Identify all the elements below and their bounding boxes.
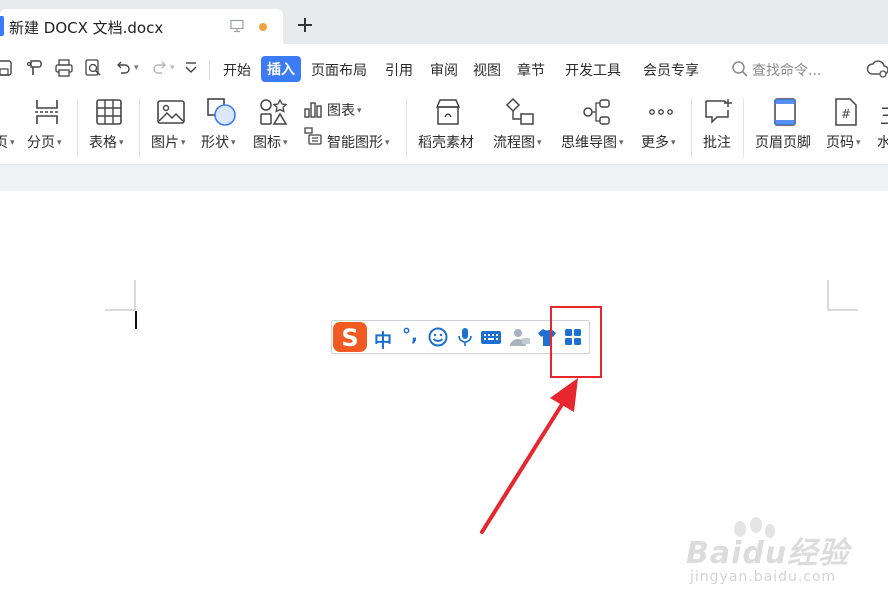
docer-material-icon <box>435 99 461 125</box>
search-icon[interactable] <box>731 60 749 78</box>
redo-dropdown-icon[interactable]: ▾ <box>170 63 175 73</box>
tab-review[interactable]: 审阅 <box>430 60 458 80</box>
ribbon-divider <box>406 98 407 158</box>
page-break-icon <box>35 100 59 124</box>
watermark-url: jingyan.baidu.com <box>690 569 837 585</box>
mindmap-icon <box>583 99 610 125</box>
table-icon <box>96 99 122 125</box>
sogou-logo-icon[interactable]: S <box>332 321 368 353</box>
new-tab-plus-icon[interactable] <box>296 16 314 34</box>
emoji-icon[interactable] <box>427 327 449 347</box>
chinese-mode-toggle[interactable]: 中 <box>374 327 392 353</box>
header-footer-button[interactable]: 页眉页脚 <box>755 132 811 152</box>
annotation-arrow <box>480 378 578 534</box>
page-number-icon: # <box>835 98 857 126</box>
undo-dropdown-icon[interactable]: ▾ <box>134 63 139 73</box>
chart-button[interactable]: 图表 ▾ <box>327 100 362 120</box>
tab-page-layout[interactable]: 页面布局 <box>311 60 367 80</box>
print-icon[interactable] <box>54 58 74 78</box>
document-tab[interactable]: 新建 DOCX 文档.docx <box>0 9 283 44</box>
page-break-button[interactable]: 分页 ▾ <box>27 132 62 152</box>
document-tab-title: 新建 DOCX 文档.docx <box>9 19 164 37</box>
title-tab-bar: 新建 DOCX 文档.docx <box>0 0 888 44</box>
monitor-icon[interactable] <box>230 19 244 33</box>
tab-references[interactable]: 引用 <box>385 60 413 80</box>
user-skin-icon[interactable] <box>508 327 532 347</box>
undo-icon[interactable] <box>113 58 133 78</box>
icon-library-button[interactable]: 图标 ▾ <box>253 132 288 152</box>
more-dots-icon <box>649 109 673 115</box>
command-search-input[interactable]: 查找命令... <box>752 60 821 80</box>
chart-icon <box>304 102 322 118</box>
tab-home[interactable]: 开始 <box>223 60 251 80</box>
document-tab-indicator <box>0 16 4 36</box>
picture-button[interactable]: 图片 ▾ <box>151 132 186 152</box>
cloud-sync-icon[interactable] <box>866 58 888 80</box>
shape-icon <box>207 98 236 126</box>
ribbon-bottom-strip <box>0 164 888 192</box>
microphone-icon[interactable] <box>456 327 474 347</box>
ribbon-partial-page-label[interactable]: 页 ▾ <box>0 132 15 152</box>
page-number-button[interactable]: 页码 ▾ <box>826 132 861 152</box>
annotation-highlight-box <box>550 306 602 378</box>
picture-icon <box>157 100 185 124</box>
svg-text:#: # <box>841 107 851 121</box>
ribbon-divider <box>743 98 744 158</box>
smart-art-icon <box>304 127 322 145</box>
watermark-brand: Baidu经验 <box>686 536 850 571</box>
top-right-margin-mark <box>827 280 858 311</box>
print-preview-icon[interactable] <box>83 58 103 78</box>
flowchart-icon <box>505 97 534 125</box>
tab-developer[interactable]: 开发工具 <box>565 60 621 80</box>
watermark-partial-icon: 玉 <box>880 100 888 129</box>
comment-button[interactable]: 批注 <box>703 132 731 152</box>
shape-button[interactable]: 形状 ▾ <box>201 132 236 152</box>
redo-icon[interactable] <box>150 58 170 78</box>
table-button[interactable]: 表格 ▾ <box>89 132 124 152</box>
comment-icon <box>705 99 732 124</box>
keyboard-icon[interactable] <box>480 327 502 347</box>
unsaved-dot-icon <box>259 23 267 31</box>
more-button[interactable]: 更多 ▾ <box>641 132 676 152</box>
header-footer-icon <box>774 98 796 126</box>
ribbon-divider <box>691 98 692 158</box>
format-painter-icon[interactable] <box>25 58 45 78</box>
menu-divider <box>209 60 210 80</box>
ribbon-divider <box>139 98 140 158</box>
watermark-partial-button[interactable]: 水 <box>877 132 888 152</box>
docer-material-button[interactable]: 稻壳素材 <box>418 132 474 152</box>
mindmap-button[interactable]: 思维导图 ▾ <box>561 132 624 152</box>
text-cursor <box>135 311 137 329</box>
flowchart-button[interactable]: 流程图 ▾ <box>493 132 542 152</box>
smart-art-button[interactable]: 智能图形 ▾ <box>327 132 390 152</box>
ribbon-divider <box>77 98 78 158</box>
svg-text:S: S <box>341 324 358 352</box>
save-icon[interactable] <box>0 58 14 78</box>
tab-member[interactable]: 会员专享 <box>643 60 699 80</box>
tab-insert[interactable]: 插入 <box>261 56 301 82</box>
icon-library-icon <box>260 98 288 125</box>
punctuation-toggle[interactable]: °, <box>402 325 418 346</box>
top-left-margin-mark <box>105 280 136 311</box>
tab-section[interactable]: 章节 <box>517 60 545 80</box>
tab-view[interactable]: 视图 <box>473 60 501 80</box>
customize-toolbar-icon[interactable] <box>183 60 199 76</box>
